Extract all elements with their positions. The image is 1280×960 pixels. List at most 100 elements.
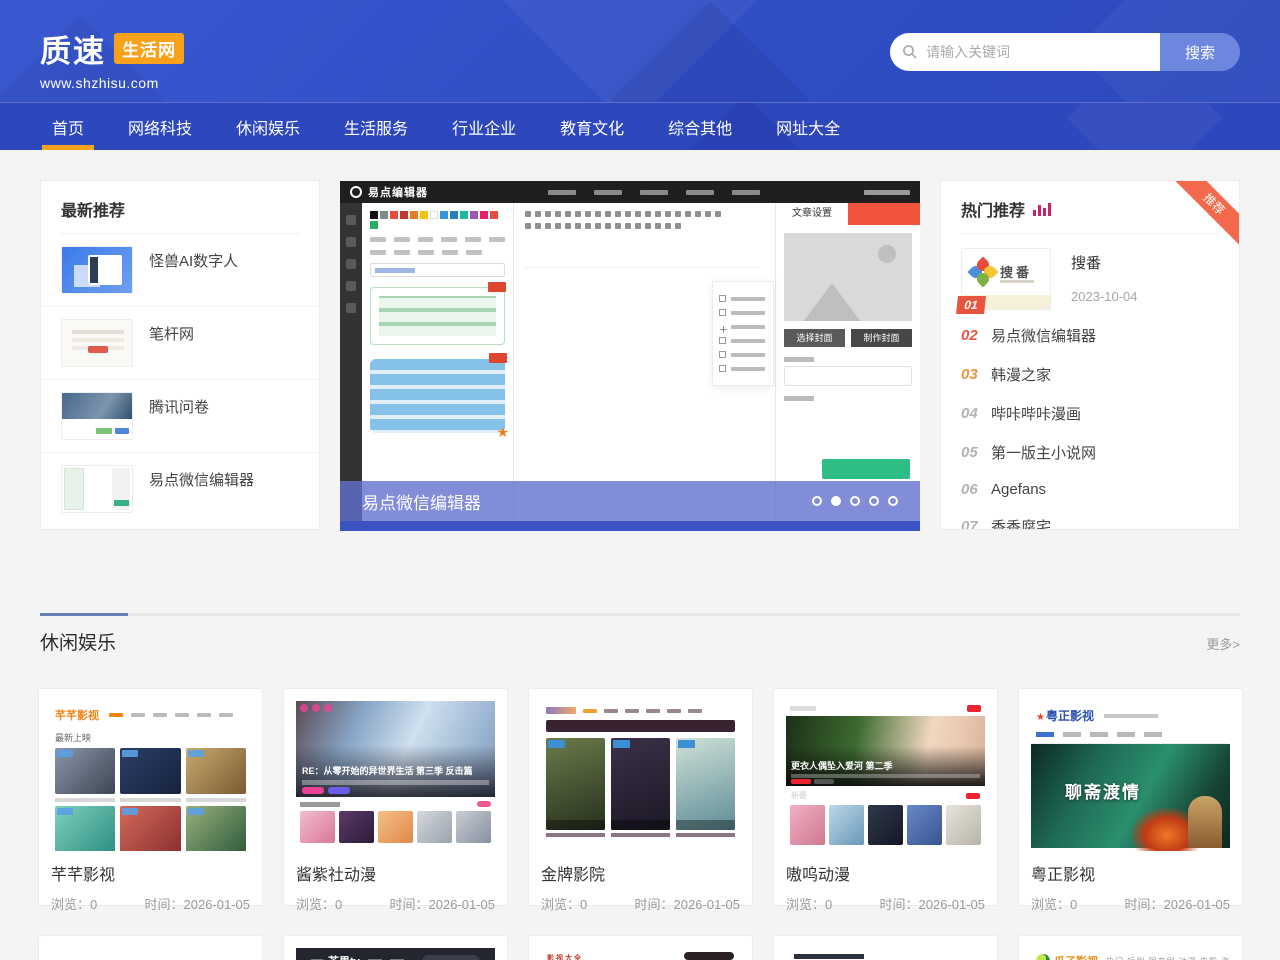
latest-item-yidian-editor[interactable]: 易点微信编辑器 xyxy=(41,453,319,525)
nav-item-entertainment[interactable]: 休闲娱乐 xyxy=(214,103,322,150)
site-card-guazi[interactable]: 瓜子影视 热门 短剧 国产剧 动漫 电影 海外剧 xyxy=(1018,935,1243,960)
hot-item[interactable]: 02 易点微信编辑器 xyxy=(941,316,1239,355)
thumb-logo-text: 芒果tv xyxy=(328,953,360,960)
hot-item[interactable]: 03 韩漫之家 xyxy=(941,355,1239,394)
site-card-jiangzishe[interactable]: RE：从零开始的异世界生活 第三季 反击篇 酱紫社动漫 浏览：0 时间：2026… xyxy=(283,688,508,906)
hot-item[interactable]: 07 香香腐宅 xyxy=(941,507,1239,530)
search-input[interactable] xyxy=(926,44,1148,60)
latest-item-label: 笔杆网 xyxy=(149,323,194,344)
rank-1-badge: 01 xyxy=(956,296,986,314)
site-card-title: 芊芊影视 xyxy=(51,861,250,885)
hot-tag xyxy=(489,353,507,363)
site-card-thumbnail xyxy=(51,948,250,960)
star-icon: ★ xyxy=(496,424,509,441)
carousel-dot[interactable] xyxy=(869,496,879,506)
logo-url: www.shzhisu.com xyxy=(40,75,184,91)
carousel-dot[interactable] xyxy=(812,496,822,506)
editor-template-search xyxy=(370,263,505,277)
hot-item[interactable]: 05 第一版主小说网 xyxy=(941,433,1239,472)
latest-item-monster-ai[interactable]: 怪兽AI数字人 xyxy=(41,234,319,307)
site-card-jinpai[interactable]: 金牌影院 浏览：0 时间：2026-01-05 xyxy=(528,688,753,906)
views-count: 浏览：0 xyxy=(786,894,832,913)
soufan-logo-text: 搜番 xyxy=(1000,262,1032,281)
editor-red-tab xyxy=(848,203,920,225)
time-stamp: 时间：2026-01-05 xyxy=(635,894,741,913)
thumb-banner-title: 聊斋渡情 xyxy=(1065,778,1141,803)
nav-item-sites[interactable]: 网址大全 xyxy=(754,103,862,150)
hot-item-featured[interactable]: 搜番 01 搜番 2023-10-04 xyxy=(941,234,1239,316)
carousel-dots xyxy=(812,496,898,506)
logo-text: 质速 xyxy=(40,26,106,71)
site-card-thumbnail: 更衣人偶坠入爱河 第二季 新番 xyxy=(786,701,985,851)
nav-item-education[interactable]: 教育文化 xyxy=(538,103,646,150)
carousel-dot[interactable] xyxy=(850,496,860,506)
site-card-thumbnail: 粤正影视 聊斋渡情 xyxy=(1031,701,1230,851)
nav-pattern-shape xyxy=(1067,102,1223,150)
editor-blue-template: ★ xyxy=(370,359,505,433)
latest-item-tencent-survey[interactable]: 腾讯问卷 xyxy=(41,380,319,453)
soufan-logo-subtext-bar xyxy=(1000,280,1034,283)
carousel-dot-active[interactable] xyxy=(831,496,841,506)
hot-item-rank: 03 xyxy=(961,366,991,383)
site-card-thumbnail xyxy=(786,948,985,960)
latest-item-label: 怪兽AI数字人 xyxy=(149,250,238,271)
nav-item-home[interactable]: 首页 xyxy=(30,103,106,150)
latest-item-label: 易点微信编辑器 xyxy=(149,469,254,490)
thumb-nav-text: 热门 短剧 国产剧 动漫 电影 海外剧 xyxy=(1106,956,1230,960)
editor-field-label xyxy=(784,357,814,362)
site-header: 质速 生活网 www.shzhisu.com 搜索 xyxy=(0,0,1280,102)
site-card-bottom-1[interactable] xyxy=(38,935,263,960)
section-divider xyxy=(40,613,1240,616)
section-title: 休闲娱乐 xyxy=(40,628,116,655)
thumb-logo-text: 芊芊影视 xyxy=(55,707,99,723)
latest-item-label: 腾讯问卷 xyxy=(149,396,209,417)
soufan-flower-logo-icon xyxy=(970,259,996,285)
hot-item-rank: 05 xyxy=(961,444,991,461)
editor-cover-placeholder xyxy=(784,233,912,321)
editor-field-label xyxy=(784,396,814,401)
hot-item[interactable]: 04 哔咔哔咔漫画 xyxy=(941,394,1239,433)
latest-item-bigan[interactable]: 笔杆网 xyxy=(41,307,319,380)
hot-item-rank: 04 xyxy=(961,405,991,422)
site-card-title: 酱紫社动漫 xyxy=(296,861,495,885)
hot-item-title: 易点微信编辑器 xyxy=(991,325,1096,346)
nav-item-industry[interactable]: 行业企业 xyxy=(430,103,538,150)
hot-featured-title: 搜番 xyxy=(1071,252,1138,273)
site-card-yuezheng[interactable]: 粤正影视 聊斋渡情 粤正影视 浏览：0 时间：2026-01-05 xyxy=(1018,688,1243,906)
thumb-hero-title: 更衣人偶坠入爱河 第二季 xyxy=(791,759,893,772)
site-card-mangguo[interactable]: 芒果tv xyxy=(283,935,508,960)
nav-item-tech[interactable]: 网络科技 xyxy=(106,103,214,150)
site-card-thumbnail: 芊芊影视 最新上映 xyxy=(51,701,250,851)
editor-style-tabs xyxy=(370,250,505,255)
hot-item-title: 第一版主小说网 xyxy=(991,442,1096,463)
search-box xyxy=(890,33,1160,71)
page: 质速 生活网 www.shzhisu.com 搜索 首页 网络科技 休闲娱乐 生… xyxy=(0,0,1280,960)
time-stamp: 时间：2026-01-05 xyxy=(880,894,986,913)
site-logo[interactable]: 质速 生活网 www.shzhisu.com xyxy=(40,26,184,91)
site-card-thumbnail: 瓜子影视 热门 短剧 国产剧 动漫 电影 海外剧 xyxy=(1031,948,1230,960)
hot-tag xyxy=(488,282,506,292)
site-card-qianqian[interactable]: 芊芊影视 最新上映 芊芊影视 浏览：0 时间：2026-01-05 xyxy=(38,688,263,906)
editor-floating-menu: ＋ xyxy=(712,281,774,386)
thumb-logo-text: 粤正影视 xyxy=(1036,707,1094,724)
section-divider-accent xyxy=(40,613,128,616)
carousel-dot[interactable] xyxy=(888,496,898,506)
hot-item[interactable]: 06 Agefans xyxy=(941,472,1239,507)
hot-featured-date: 2023-10-04 xyxy=(1071,289,1138,304)
time-stamp: 时间：2026-01-05 xyxy=(1125,894,1231,913)
nav-item-misc[interactable]: 综合其他 xyxy=(646,103,754,150)
mountain-icon xyxy=(798,283,866,321)
latest-recommend-panel: 最新推荐 怪兽AI数字人 笔杆网 腾讯问卷 易点微信编辑器 xyxy=(40,180,320,530)
latest-item-thumbnail xyxy=(61,392,133,440)
editor-logo-text: 易点编辑器 xyxy=(368,184,428,200)
site-card-bottom-4[interactable] xyxy=(773,935,998,960)
more-link[interactable]: 更多> xyxy=(1206,634,1240,653)
nav-item-life[interactable]: 生活服务 xyxy=(322,103,430,150)
site-card-aowu[interactable]: 更衣人偶坠入爱河 第二季 新番 嗷呜动漫 浏览：0 时间：2026-01-05 xyxy=(773,688,998,906)
hero-carousel-slide[interactable]: 易点编辑器 ★ xyxy=(340,181,920,531)
search-button[interactable]: 搜索 xyxy=(1160,33,1240,71)
site-card-thumbnail: RE：从零开始的异世界生活 第三季 反击篇 xyxy=(296,701,495,851)
editor-toolbar-row xyxy=(525,211,760,217)
site-card-thumbnail xyxy=(541,701,740,851)
site-card-bottom-3[interactable]: 影视大全 xyxy=(528,935,753,960)
